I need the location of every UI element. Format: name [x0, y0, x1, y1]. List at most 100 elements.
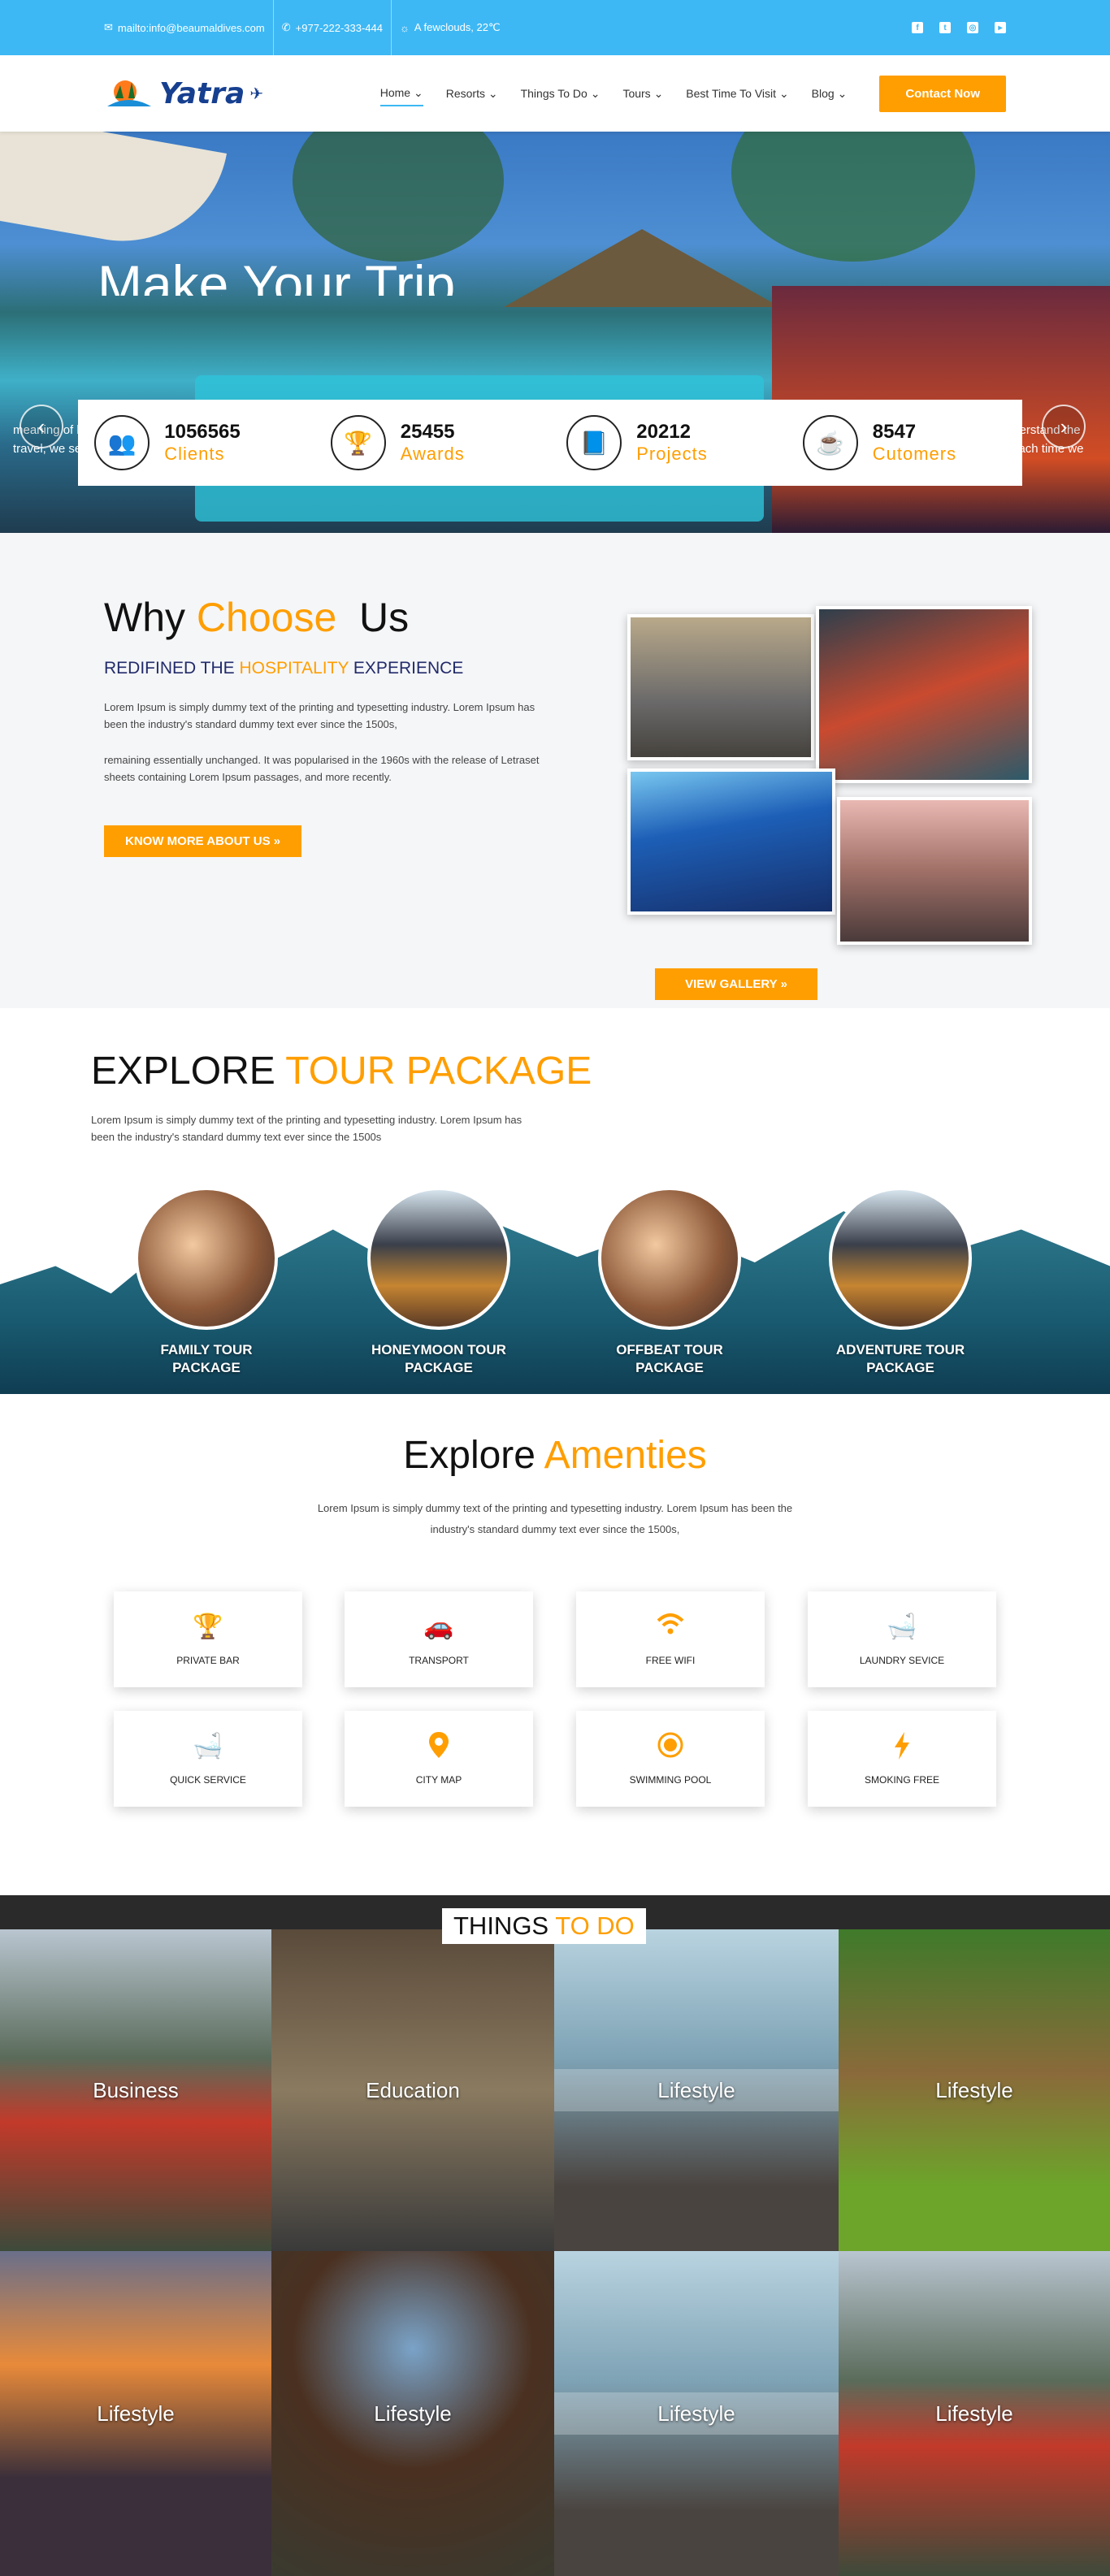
youtube-icon[interactable]: ▸	[995, 22, 1006, 33]
coffee-icon: ☕	[802, 415, 858, 470]
tile-label: Lifestyle	[97, 2401, 175, 2426]
package-label-honeymoon[interactable]: HONEYMOON TOUR PACKAGE	[349, 1341, 528, 1377]
tile-business[interactable]: Business	[0, 1929, 271, 2251]
stat-clients: 👥 1056565 Clients	[94, 415, 297, 470]
stat-value: 25455	[400, 421, 455, 443]
users-icon: 👥	[94, 415, 150, 470]
package-image-adventure[interactable]	[829, 1187, 972, 1330]
menu-label: Blog	[811, 86, 835, 100]
chevron-down-icon: ⌄	[488, 86, 498, 100]
chevron-down-icon: ⌄	[837, 86, 848, 100]
twitter-icon[interactable]: t	[939, 22, 951, 33]
phone-icon: ✆	[281, 21, 291, 33]
amenity-card[interactable]: SWIMMING POOL	[576, 1711, 765, 1807]
stat-value: 20212	[636, 421, 691, 443]
amenity-card[interactable]: 🚗 TRANSPORT	[345, 1591, 533, 1687]
weather-text: A fewclouds, 22℃	[414, 21, 501, 33]
label-line: HONEYMOON TOUR	[371, 1342, 506, 1357]
menu-item-best-time[interactable]: Best Time To Visit ⌄	[686, 82, 788, 106]
menu-item-tours[interactable]: Tours ⌄	[622, 82, 663, 106]
package-label-family[interactable]: FAMILY TOUR PACKAGE	[117, 1341, 296, 1377]
package-text: Lorem Ipsum is simply dummy text of the …	[91, 1114, 522, 1143]
menu-item-home[interactable]: Home ⌄	[379, 81, 423, 106]
tile-lifestyle[interactable]: Lifestyle	[271, 2251, 554, 2576]
subtitle-part: EXPERIENCE	[353, 659, 464, 678]
tile-lifestyle[interactable]: Lifestyle	[554, 1929, 839, 2251]
wifi-icon	[657, 1613, 684, 1640]
package-image-family[interactable]	[135, 1187, 278, 1330]
gallery-image-boat[interactable]	[816, 606, 1032, 783]
slider-next-button[interactable]: ›	[1042, 405, 1086, 448]
package-title: EXPLORE TOUR PACKAGE	[91, 1049, 592, 1093]
tile-education[interactable]: Education	[271, 1929, 554, 2251]
bathtub-icon: 🛁	[193, 1733, 223, 1760]
gallery-image-bridge[interactable]	[837, 797, 1032, 945]
email-link[interactable]: ✉ mailto:info@beaumaldives.com	[104, 0, 274, 55]
phone-text: +977-222-333-444	[295, 21, 383, 34]
amenity-label: TRANSPORT	[409, 1655, 469, 1666]
why-paragraph: Lorem Ipsum is simply dummy text of the …	[104, 701, 535, 730]
amenities-text: Lorem Ipsum is simply dummy text of the …	[317, 1502, 793, 1535]
tile-lifestyle[interactable]: Lifestyle	[839, 1929, 1110, 2251]
gallery-image-stairs[interactable]	[627, 768, 835, 915]
chevron-down-icon: ⌄	[413, 85, 423, 99]
gallery-image-street[interactable]	[627, 614, 814, 760]
hero-slider: Make Your Trip meaning of life and it ha…	[0, 132, 1110, 533]
hero-decor	[504, 229, 780, 307]
tile-label: Lifestyle	[657, 2077, 735, 2102]
tile-lifestyle[interactable]: Lifestyle	[839, 2251, 1110, 2576]
package-label-offbeat[interactable]: OFFBEAT TOUR PACKAGE	[580, 1341, 759, 1377]
amenity-label: PRIVATE BAR	[176, 1655, 240, 1666]
subtitle-part: REDIFINED THE	[104, 659, 235, 678]
tile-lifestyle[interactable]: Lifestyle	[0, 2251, 271, 2576]
menu-item-blog[interactable]: Blog ⌄	[812, 82, 848, 106]
instagram-icon[interactable]: ◎	[967, 22, 978, 33]
why-choose-section: Why Choose Us REDIFINED THE HOSPITALITY …	[0, 533, 1110, 1008]
label-line: PACKAGE	[635, 1360, 704, 1376]
social-links: f t ◎ ▸	[912, 22, 1006, 33]
amenities-title: Explore Amenties	[0, 1433, 1110, 1478]
amenity-card[interactable]: 🛁 QUICK SERVICE	[114, 1711, 302, 1807]
logo-icon	[107, 80, 151, 106]
package-image-honeymoon[interactable]	[367, 1187, 510, 1330]
stat-projects: 📘 20212 Projects	[566, 415, 770, 470]
stat-customers: ☕ 8547 Cutomers	[802, 415, 1006, 470]
amenity-label: SMOKING FREE	[864, 1774, 939, 1786]
amenity-card[interactable]: CITY MAP	[345, 1711, 533, 1807]
logo[interactable]: Yatra ✈	[104, 74, 263, 113]
package-label-adventure[interactable]: ADVENTURE TOUR PACKAGE	[811, 1341, 990, 1377]
know-more-button[interactable]: KNOW MORE ABOUT US »	[104, 825, 302, 857]
title-highlight: TO DO	[555, 1911, 635, 1940]
amenity-label: QUICK SERVICE	[170, 1774, 246, 1786]
title-part: Explore	[403, 1434, 535, 1477]
view-gallery-button[interactable]: VIEW GALLERY »	[655, 968, 817, 1000]
label-line: PACKAGE	[172, 1360, 241, 1376]
tile-label: Education	[366, 2077, 460, 2102]
phone-link[interactable]: ✆ +977-222-333-444	[274, 0, 392, 55]
contact-now-button[interactable]: Contact Now	[879, 75, 1006, 112]
menu-item-resorts[interactable]: Resorts ⌄	[446, 82, 498, 106]
weather-info: ☼ A fewclouds, 22℃	[392, 0, 509, 55]
email-text: mailto:info@beaumaldives.com	[117, 21, 265, 34]
why-title: Why Choose Us	[104, 594, 409, 641]
stat-label: Projects	[636, 444, 708, 464]
facebook-icon[interactable]: f	[912, 22, 923, 33]
menu-label: Best Time To Visit	[686, 86, 777, 100]
bolt-icon	[893, 1732, 911, 1760]
bathtub-icon: 🛁	[887, 1613, 917, 1640]
amenity-card[interactable]: FREE WIFI	[576, 1591, 765, 1687]
tile-lifestyle[interactable]: Lifestyle	[554, 2251, 839, 2576]
slider-prev-button[interactable]: ‹	[20, 405, 63, 448]
chevron-down-icon: ⌄	[778, 86, 789, 100]
amenity-card[interactable]: 🛁 LAUNDRY SEVICE	[808, 1591, 996, 1687]
tile-label: Lifestyle	[935, 2077, 1013, 2102]
amenity-card[interactable]: 🏆 PRIVATE BAR	[114, 1591, 302, 1687]
menu-item-things-to-do[interactable]: Things To Do ⌄	[521, 82, 601, 106]
logo-text: Yatra	[159, 76, 245, 110]
title-highlight: TOUR PACKAGE	[285, 1050, 592, 1093]
main-menu: Home ⌄ Resorts ⌄ Things To Do ⌄ Tours ⌄ …	[379, 81, 848, 106]
amenity-card[interactable]: SMOKING FREE	[808, 1711, 996, 1807]
label-line: OFFBEAT TOUR	[616, 1342, 723, 1357]
menu-label: Tours	[622, 86, 651, 100]
package-image-offbeat[interactable]	[598, 1187, 741, 1330]
